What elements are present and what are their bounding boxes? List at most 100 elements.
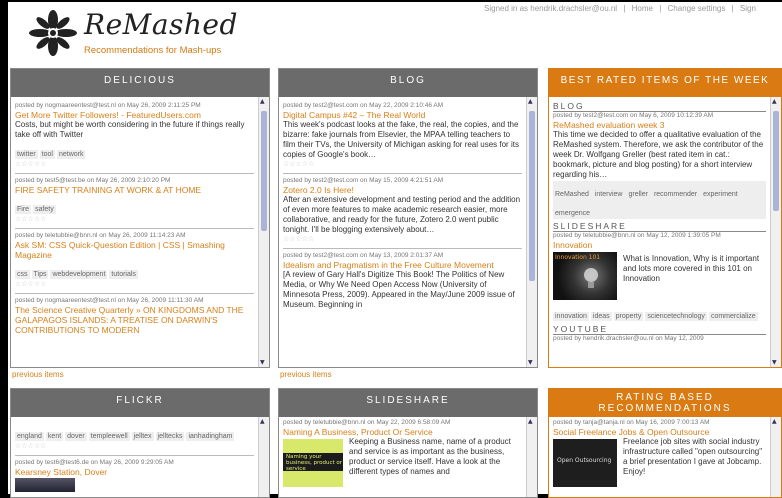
flickr-list: england kent dover templeewell jelltex jellte… bbox=[11, 417, 258, 497]
scroll-up-icon[interactable]: ▲ bbox=[528, 98, 533, 105]
item-tags: Fire safety bbox=[15, 196, 254, 215]
scroll-down-icon[interactable]: ▼ bbox=[772, 359, 777, 366]
tag[interactable]: tool bbox=[39, 150, 55, 159]
signed-in-text: Signed in as hendrik.drachsler@ou.nl bbox=[484, 4, 618, 13]
lightbulb-icon bbox=[584, 268, 598, 288]
scroll-thumb[interactable] bbox=[773, 111, 779, 211]
item-title-link[interactable]: The Science Creative Quarterly » ON KING… bbox=[15, 305, 254, 335]
section-label-blog: BLOG bbox=[553, 101, 766, 112]
blog-scrollbar[interactable]: ▲ ▼ bbox=[526, 97, 537, 367]
slide-thumbnail-title: Innovation 101 bbox=[555, 254, 601, 261]
slide-thumbnail[interactable]: Naming your business, product or service bbox=[283, 439, 343, 487]
item-title-link[interactable]: Ask SM: CSS Quick-Question Edition | CSS… bbox=[15, 240, 254, 260]
scroll-thumb[interactable] bbox=[261, 111, 267, 231]
tag[interactable]: jelltecks bbox=[155, 432, 185, 441]
item-title-link[interactable]: FIRE SAFETY TRAINING AT WORK & AT HOME bbox=[15, 185, 254, 195]
item-description: Costs, but might be worth considering in… bbox=[15, 120, 245, 139]
item-title-link[interactable]: Digital Campus #42 – The Real World bbox=[283, 110, 522, 120]
slideshare-heading: SLIDESHARE bbox=[279, 389, 537, 417]
tag[interactable]: commercialize bbox=[708, 312, 758, 321]
tag[interactable]: kent bbox=[45, 432, 64, 441]
tag[interactable]: innovation bbox=[553, 312, 589, 321]
tag[interactable]: jelltex bbox=[131, 432, 154, 441]
slide-thumbnail[interactable]: Open Outsourcing bbox=[553, 439, 617, 487]
tag[interactable]: dover bbox=[65, 432, 87, 441]
item-meta: posted by test5@test.be on May 26, 2009 … bbox=[15, 177, 171, 184]
list-item: england kent dover templeewell jelltex jellte… bbox=[15, 419, 254, 456]
item-title-link[interactable]: Zotero 2.0 Is Here! bbox=[283, 185, 522, 195]
nav-change-settings-link[interactable]: Change settings bbox=[668, 4, 726, 13]
delicious-scrollbar[interactable]: ▲ ▼ bbox=[258, 97, 269, 367]
item-meta: posted by test6@test6.de on May 26, 2009… bbox=[15, 459, 174, 466]
tag[interactable]: network bbox=[56, 150, 86, 159]
scroll-up-icon[interactable]: ▲ bbox=[260, 418, 265, 425]
tag[interactable]: emergence bbox=[553, 209, 593, 218]
tag[interactable]: recommender bbox=[651, 190, 700, 199]
rating-based-panel: RATING BASED RECOMMENDATIONS posted by t… bbox=[548, 388, 782, 498]
item-title-link[interactable]: Innovation bbox=[553, 240, 766, 250]
item-description: This time we decided to offer a qualitat… bbox=[553, 130, 764, 179]
photo-thumbnail[interactable] bbox=[15, 478, 75, 492]
rating-stars[interactable]: ☆☆☆☆☆ bbox=[15, 160, 254, 169]
item-title-link[interactable]: Get More Twitter Followers! - FeaturedUs… bbox=[15, 110, 254, 120]
scroll-up-icon[interactable]: ▲ bbox=[260, 98, 265, 105]
tag[interactable]: experiment bbox=[701, 190, 740, 199]
tag[interactable]: Tips bbox=[31, 270, 49, 279]
nav-home-link[interactable]: Home bbox=[632, 4, 653, 13]
tag[interactable]: templeewell bbox=[88, 432, 130, 441]
blog-previous-items-link[interactable]: previous items bbox=[280, 370, 332, 379]
slideshare-panel: SLIDESHARE posted by teletubbie@bnn.nl o… bbox=[278, 388, 538, 498]
delicious-previous-items-link[interactable]: previous items bbox=[12, 370, 64, 379]
tag[interactable]: safety bbox=[33, 205, 56, 214]
best-rated-scrollbar[interactable]: ▲ ▼ bbox=[770, 97, 781, 367]
item-title-link[interactable]: Idealism and Pragmatism in the Free Cult… bbox=[283, 260, 522, 270]
tag[interactable]: webdevelopment bbox=[50, 270, 108, 279]
flickr-scrollbar[interactable]: ▲ bbox=[258, 417, 269, 497]
item-title-link[interactable]: Social Freelance Jobs & Open Outsource bbox=[553, 427, 766, 437]
rating-stars[interactable]: ☆☆☆☆☆ bbox=[15, 280, 254, 289]
rating-heading-line1: RATING BASED bbox=[616, 392, 714, 403]
tag[interactable]: tutorials bbox=[109, 270, 138, 279]
tag[interactable]: greller bbox=[626, 190, 650, 199]
tag[interactable]: sciencetechnology bbox=[645, 312, 707, 321]
item-meta: posted by hendrik.drachsler@ou.nl on May… bbox=[553, 335, 704, 342]
nav-separator: | bbox=[623, 4, 626, 13]
rating-heading-line2: RECOMMENDATIONS bbox=[598, 403, 732, 414]
scroll-up-icon[interactable]: ▲ bbox=[528, 418, 533, 425]
item-title-link[interactable]: Kearsney Station, Dover bbox=[15, 467, 254, 477]
logo[interactable]: ReMashed Recommendations for Mash-ups bbox=[28, 8, 268, 62]
tag[interactable]: Fire bbox=[15, 205, 32, 214]
scroll-thumb[interactable] bbox=[529, 111, 535, 281]
section-label-slideshare: SLIDESHARE bbox=[553, 221, 766, 232]
rating-stars[interactable]: ☆☆☆☆☆ bbox=[283, 160, 522, 169]
tag[interactable]: property bbox=[613, 312, 644, 321]
tag[interactable]: ianhadingham bbox=[186, 432, 235, 441]
nav-sign-out-link[interactable]: Sign bbox=[740, 4, 756, 13]
tag[interactable]: css bbox=[15, 270, 30, 279]
list-item: posted by test5@test.be on May 26, 2009 … bbox=[15, 174, 254, 229]
scroll-up-icon[interactable]: ▲ bbox=[772, 98, 777, 105]
item-description: [A review of Gary Hall's Digitize This B… bbox=[283, 270, 515, 309]
rating-stars[interactable]: ☆☆☆☆☆ bbox=[15, 442, 254, 451]
item-title-link[interactable]: Naming A Business, Product Or Service bbox=[283, 427, 522, 437]
tag[interactable]: ideas bbox=[590, 312, 612, 321]
rating-stars[interactable]: ☆☆☆☆☆ bbox=[283, 235, 522, 244]
item-title-link[interactable]: ReMashed evaluation week 3 bbox=[553, 120, 766, 130]
scroll-down-icon[interactable]: ▼ bbox=[528, 359, 533, 366]
scroll-up-icon[interactable]: ▲ bbox=[772, 418, 777, 425]
item-meta: posted by test2@test.com on May 22, 2009… bbox=[283, 102, 444, 109]
slideshare-scrollbar[interactable]: ▲ bbox=[526, 417, 537, 497]
scroll-down-icon[interactable]: ▼ bbox=[260, 359, 265, 366]
tag[interactable]: ReMashed bbox=[553, 190, 591, 199]
tag[interactable]: twitter bbox=[15, 150, 38, 159]
list-item: posted by test2@test.com on May 13, 2009… bbox=[283, 249, 522, 314]
rating-based-scrollbar[interactable]: ▲ bbox=[770, 417, 781, 497]
blog-list: posted by test2@test.com on May 22, 2009… bbox=[279, 97, 526, 367]
item-tags: innovation ideas property sciencetechnology… bbox=[553, 303, 766, 322]
item-meta: posted by nogmaareentest@test.nl on May … bbox=[15, 102, 201, 109]
delicious-list: posted by nogmaareentest@test.nl on May … bbox=[11, 97, 258, 367]
slide-thumbnail[interactable]: Innovation 101 bbox=[553, 252, 617, 300]
rating-stars[interactable]: ☆☆☆☆☆ bbox=[15, 215, 254, 224]
tag[interactable]: interview bbox=[592, 190, 625, 199]
tag[interactable]: england bbox=[15, 432, 44, 441]
